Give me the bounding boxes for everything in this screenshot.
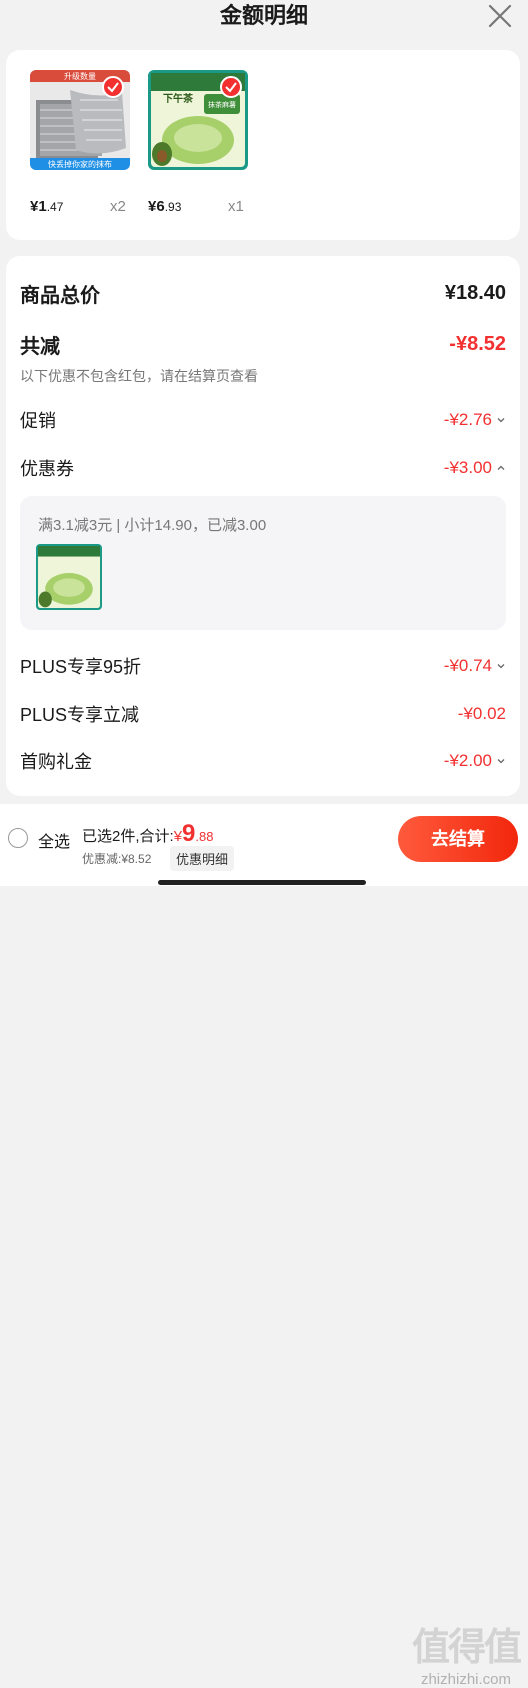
product-banner: 抹茶麻薯 xyxy=(208,100,236,109)
product-banner: 升级数量 xyxy=(64,71,96,81)
coupon-value: -¥3.00 xyxy=(444,458,506,478)
price-decimal: .93 xyxy=(164,200,182,214)
select-all-label[interactable]: 全选 xyxy=(38,828,70,852)
promotion-row[interactable]: 促销 -¥2.76 xyxy=(20,405,506,435)
discount-note: 以下优惠不包含红包，请在结算页查看 xyxy=(20,368,258,384)
page-title: 金额明细 xyxy=(219,3,308,28)
coupon-label: 优惠券 xyxy=(20,459,74,479)
total-reduction-value: -¥8.52 xyxy=(449,332,506,355)
total-reduction-label: 共减 xyxy=(20,335,60,358)
coupon-description: 满3.1减3元 | 小计14.90，已减3.00 xyxy=(38,517,267,534)
product-caption: 快丢掉你家的抹布 xyxy=(48,159,112,169)
home-indicator xyxy=(158,880,366,885)
price-integer: ¥1 xyxy=(30,198,47,215)
total-reduction-row: 共减 -¥8.52 xyxy=(20,329,506,359)
discount-detail-button[interactable]: 优惠明细 xyxy=(170,846,235,871)
close-icon[interactable] xyxy=(486,2,514,30)
product-quantity: x1 xyxy=(228,198,244,215)
selected-count-text: 已选2件,合计: xyxy=(82,828,174,845)
price-integer: ¥6 xyxy=(148,198,165,215)
product-list: 升级数量 快丢掉你家的抹布 ¥1.47 x2 下午茶 抹茶麻薯 ¥6.93 x1 xyxy=(6,50,520,240)
coupon-detail-box: 满3.1减3元 | 小计14.90，已减3.00 xyxy=(20,496,506,630)
discount-summary: 优惠减:¥8.52 xyxy=(82,852,152,866)
promotion-label: 促销 xyxy=(20,411,56,431)
total-price-value: ¥18.40 xyxy=(444,281,506,304)
product-image-matcha-mochi: 下午茶 抹茶麻薯 xyxy=(148,70,248,170)
first-purchase-row[interactable]: 首购礼金 -¥2.00 xyxy=(20,746,506,776)
watermark-logo: 值得值 xyxy=(411,1627,522,1669)
select-all-radio[interactable] xyxy=(8,828,28,848)
checkout-button[interactable]: 去结算 xyxy=(398,816,518,862)
chevron-down-icon xyxy=(497,418,505,423)
first-purchase-amount: -¥2.00 xyxy=(443,751,492,770)
header: 金额明细 xyxy=(0,0,528,36)
plus-instant-value: -¥0.02 xyxy=(457,704,506,723)
price-decimal: .47 xyxy=(46,200,64,214)
total-integer: 9 xyxy=(182,820,196,847)
product-item[interactable]: 下午茶 抹茶麻薯 ¥6.93 x1 xyxy=(148,70,248,215)
selected-check-icon xyxy=(220,76,242,98)
watermark: 值得值 zhizhizhi.com xyxy=(411,1616,522,1688)
total-price-row: 商品总价 ¥18.40 xyxy=(20,278,506,308)
plus-discount-value: -¥0.74 xyxy=(444,656,506,676)
plus-instant-row: PLUS专享立减 -¥0.02 xyxy=(20,699,506,729)
product-caption: 下午茶 xyxy=(163,92,194,105)
plus-instant-label: PLUS专享立减 xyxy=(20,705,140,725)
promotion-amount: -¥2.76 xyxy=(443,410,492,429)
total-price-label: 商品总价 xyxy=(20,284,100,307)
chevron-down-icon xyxy=(497,759,505,764)
chevron-up-icon xyxy=(497,465,505,470)
coupon-amount: -¥3.00 xyxy=(443,458,492,477)
product-item[interactable]: 升级数量 快丢掉你家的抹布 ¥1.47 x2 xyxy=(30,70,130,215)
total-decimal: .88 xyxy=(195,829,214,844)
plus-discount-amount: -¥0.74 xyxy=(443,656,492,675)
first-purchase-value: -¥2.00 xyxy=(444,751,506,771)
total-currency: ¥ xyxy=(173,828,183,845)
watermark-url: zhizhizhi.com xyxy=(420,1671,511,1688)
first-purchase-label: 首购礼金 xyxy=(20,752,92,772)
selected-check-icon xyxy=(102,76,124,98)
plus-discount-row[interactable]: PLUS专享95折 -¥0.74 xyxy=(20,651,506,681)
chevron-down-icon xyxy=(497,664,505,669)
selected-summary: 已选2件,合计:¥9.88 xyxy=(82,820,213,848)
coupon-product-image xyxy=(36,544,102,610)
checkout-bar: 全选 已选2件,合计:¥9.88 优惠减:¥8.52 优惠明细 去结算 值得值 … xyxy=(0,804,528,1688)
product-quantity: x2 xyxy=(110,198,126,215)
product-price: ¥6.93 xyxy=(148,198,181,215)
product-price: ¥1.47 xyxy=(30,198,63,215)
coupon-row[interactable]: 优惠券 -¥3.00 xyxy=(20,453,506,483)
plus-discount-label: PLUS专享95折 xyxy=(20,657,142,677)
product-image-cleaning-cloth: 升级数量 快丢掉你家的抹布 xyxy=(30,70,130,170)
price-detail-card: 商品总价 ¥18.40 共减 -¥8.52 以下优惠不包含红包，请在结算页查看 … xyxy=(6,256,520,796)
promotion-value: -¥2.76 xyxy=(444,410,506,430)
